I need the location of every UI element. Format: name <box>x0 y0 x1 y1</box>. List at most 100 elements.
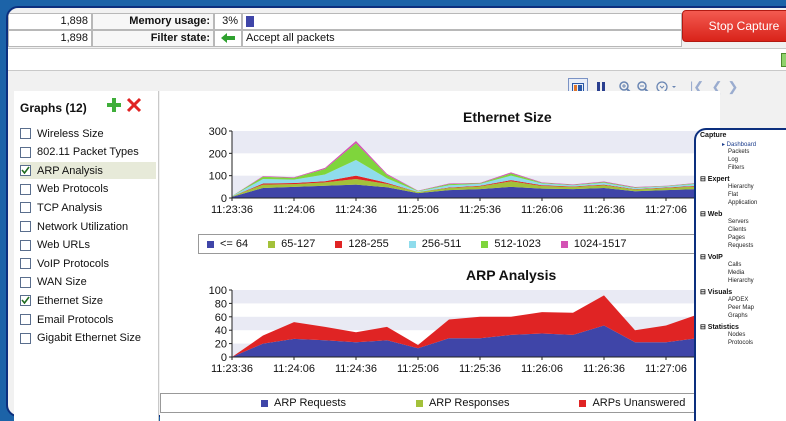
legend-swatch <box>268 240 276 248</box>
nav-item[interactable]: Servers <box>728 219 749 225</box>
graph-checkbox[interactable] <box>20 146 31 158</box>
graph-item-label: Ethernet Size <box>37 294 104 307</box>
filter-arrow-icon <box>214 29 242 47</box>
legend-label: ARP Requests <box>274 397 346 409</box>
graphs-title: Graphs (12) <box>20 101 87 115</box>
x-tick-label: 11:24:06 <box>273 204 315 216</box>
nav-item[interactable]: Media <box>728 270 744 276</box>
nav-section[interactable]: ⊟ Visuals <box>700 288 732 296</box>
graph-item[interactable]: Email Protocols <box>20 311 156 328</box>
legend-item: ARP Requests <box>261 397 346 409</box>
graph-item-label: ARP Analysis <box>37 164 103 177</box>
x-tick-label: 11:27:06 <box>645 363 687 375</box>
graph-checkbox[interactable] <box>20 295 31 307</box>
legend-item: 512-1023 <box>481 238 541 250</box>
arp-analysis-legend: ARP Requests ARP Responses ARPs Unanswered <box>160 393 720 413</box>
grid-band <box>232 131 720 154</box>
nav-item[interactable]: Nodes <box>728 332 745 338</box>
nav-item[interactable]: Packets <box>728 149 749 155</box>
graph-item[interactable]: Web Protocols <box>20 181 156 198</box>
graph-item[interactable]: Network Utilization <box>20 218 156 235</box>
legend-swatch <box>579 399 587 407</box>
graph-item[interactable]: Ethernet Size <box>20 292 156 309</box>
x-tick-label: 11:26:06 <box>521 363 563 375</box>
memory-usage-value: 3% <box>214 12 242 30</box>
next-icon[interactable]: ❯ <box>724 78 742 96</box>
add-graph-icon[interactable] <box>106 97 122 113</box>
legend-swatch <box>408 240 416 248</box>
remove-graph-icon[interactable] <box>126 97 142 113</box>
filter-state-label: Filter state: <box>92 29 214 47</box>
graph-item[interactable]: Gigabit Ethernet Size <box>20 330 156 347</box>
x-tick-label: 11:25:36 <box>459 204 501 216</box>
legend-swatch <box>335 240 343 248</box>
nav-item[interactable]: Filters <box>728 165 744 171</box>
graph-checkbox[interactable] <box>20 221 31 232</box>
graph-checkbox[interactable] <box>20 183 31 195</box>
nav-item[interactable]: Flat <box>728 192 738 198</box>
graph-item[interactable]: VoIP Protocols <box>20 255 156 272</box>
graph-item-label: Web URLs <box>37 239 90 252</box>
nav-item[interactable]: Peer Map <box>728 305 754 311</box>
nav-item[interactable]: Calls <box>728 262 741 268</box>
legend-swatch <box>560 240 568 248</box>
graph-checkbox[interactable] <box>20 165 31 177</box>
memory-usage-bar <box>242 12 682 30</box>
apply-filter-icon[interactable] <box>781 53 786 67</box>
memory-usage-label: Memory usage: <box>92 12 214 30</box>
graph-item-label: Wireless Size <box>37 127 104 140</box>
navigation-panel: Capture ▸ Dashboard Packets Log Filters ⊟ Exp… <box>694 128 786 421</box>
nav-item[interactable]: Hierarchy <box>728 278 754 284</box>
graph-item-label: Email Protocols <box>37 313 114 326</box>
nav-item[interactable]: Log <box>728 157 738 163</box>
nav-item[interactable]: Graphs <box>728 313 748 319</box>
legend-label: ARP Responses <box>428 397 510 409</box>
ethernet-size-title: Ethernet Size <box>463 109 552 125</box>
nav-item[interactable]: APDEX <box>728 297 748 303</box>
x-tick-label: 11:27:06 <box>645 204 687 216</box>
graph-checkbox[interactable] <box>20 332 31 344</box>
y-tick-label: 40 <box>215 325 227 337</box>
nav-section[interactable]: ⊟ Statistics <box>700 323 739 331</box>
graph-checkbox[interactable] <box>20 202 31 214</box>
graph-checkbox[interactable] <box>20 276 31 288</box>
filter-count: 1,898 <box>8 29 92 47</box>
nav-item[interactable]: Hierarchy <box>728 184 754 190</box>
nav-item[interactable]: ▸ Dashboard <box>722 141 756 148</box>
graph-item[interactable]: ARP Analysis <box>20 162 156 180</box>
nav-item[interactable]: Requests <box>728 243 753 249</box>
nav-section[interactable]: ⊟ Web <box>700 210 722 218</box>
nav-item[interactable]: Protocols <box>728 340 753 346</box>
nav-item[interactable]: Pages <box>728 235 745 241</box>
graph-item[interactable]: Web URLs <box>20 237 156 254</box>
graph-checkbox[interactable] <box>20 128 31 139</box>
filter-state-value: Accept all packets <box>242 29 682 47</box>
legend-item: 65-127 <box>268 238 315 250</box>
packet-count: 1,898 <box>8 12 92 30</box>
nav-section[interactable]: ⊟ VoIP <box>700 253 723 261</box>
graph-item[interactable]: WAN Size <box>20 274 156 291</box>
graph-item-label: Network Utilization <box>37 220 129 233</box>
graph-checkbox[interactable] <box>20 314 31 325</box>
nav-section[interactable]: ⊟ Expert <box>700 175 730 183</box>
stop-capture-button[interactable]: Stop Capture <box>682 10 786 42</box>
filter-bar[interactable] <box>8 48 786 70</box>
x-tick-label: 11:25:06 <box>397 363 439 375</box>
graph-checkbox[interactable] <box>20 239 31 251</box>
graph-item-label: WAN Size <box>37 276 87 289</box>
nav-item[interactable]: Application <box>728 200 757 206</box>
legend-label: 512-1023 <box>494 238 541 250</box>
nav-section[interactable]: Capture <box>700 132 726 139</box>
graph-item-label: TCP Analysis <box>37 201 103 214</box>
x-tick-label: 11:24:36 <box>335 204 377 216</box>
graph-item[interactable]: 802.11 Packet Types <box>20 144 156 161</box>
memory-usage-fill <box>246 15 254 27</box>
graph-item[interactable]: Wireless Size <box>20 125 156 142</box>
legend-swatch <box>481 240 489 248</box>
graph-item-label: 802.11 Packet Types <box>37 146 139 159</box>
graph-checkbox[interactable] <box>20 258 31 270</box>
graph-item[interactable]: TCP Analysis <box>20 199 156 216</box>
y-tick-label: 100 <box>209 285 227 297</box>
x-tick-label: 11:25:06 <box>397 204 439 216</box>
nav-item[interactable]: Clients <box>728 227 746 233</box>
